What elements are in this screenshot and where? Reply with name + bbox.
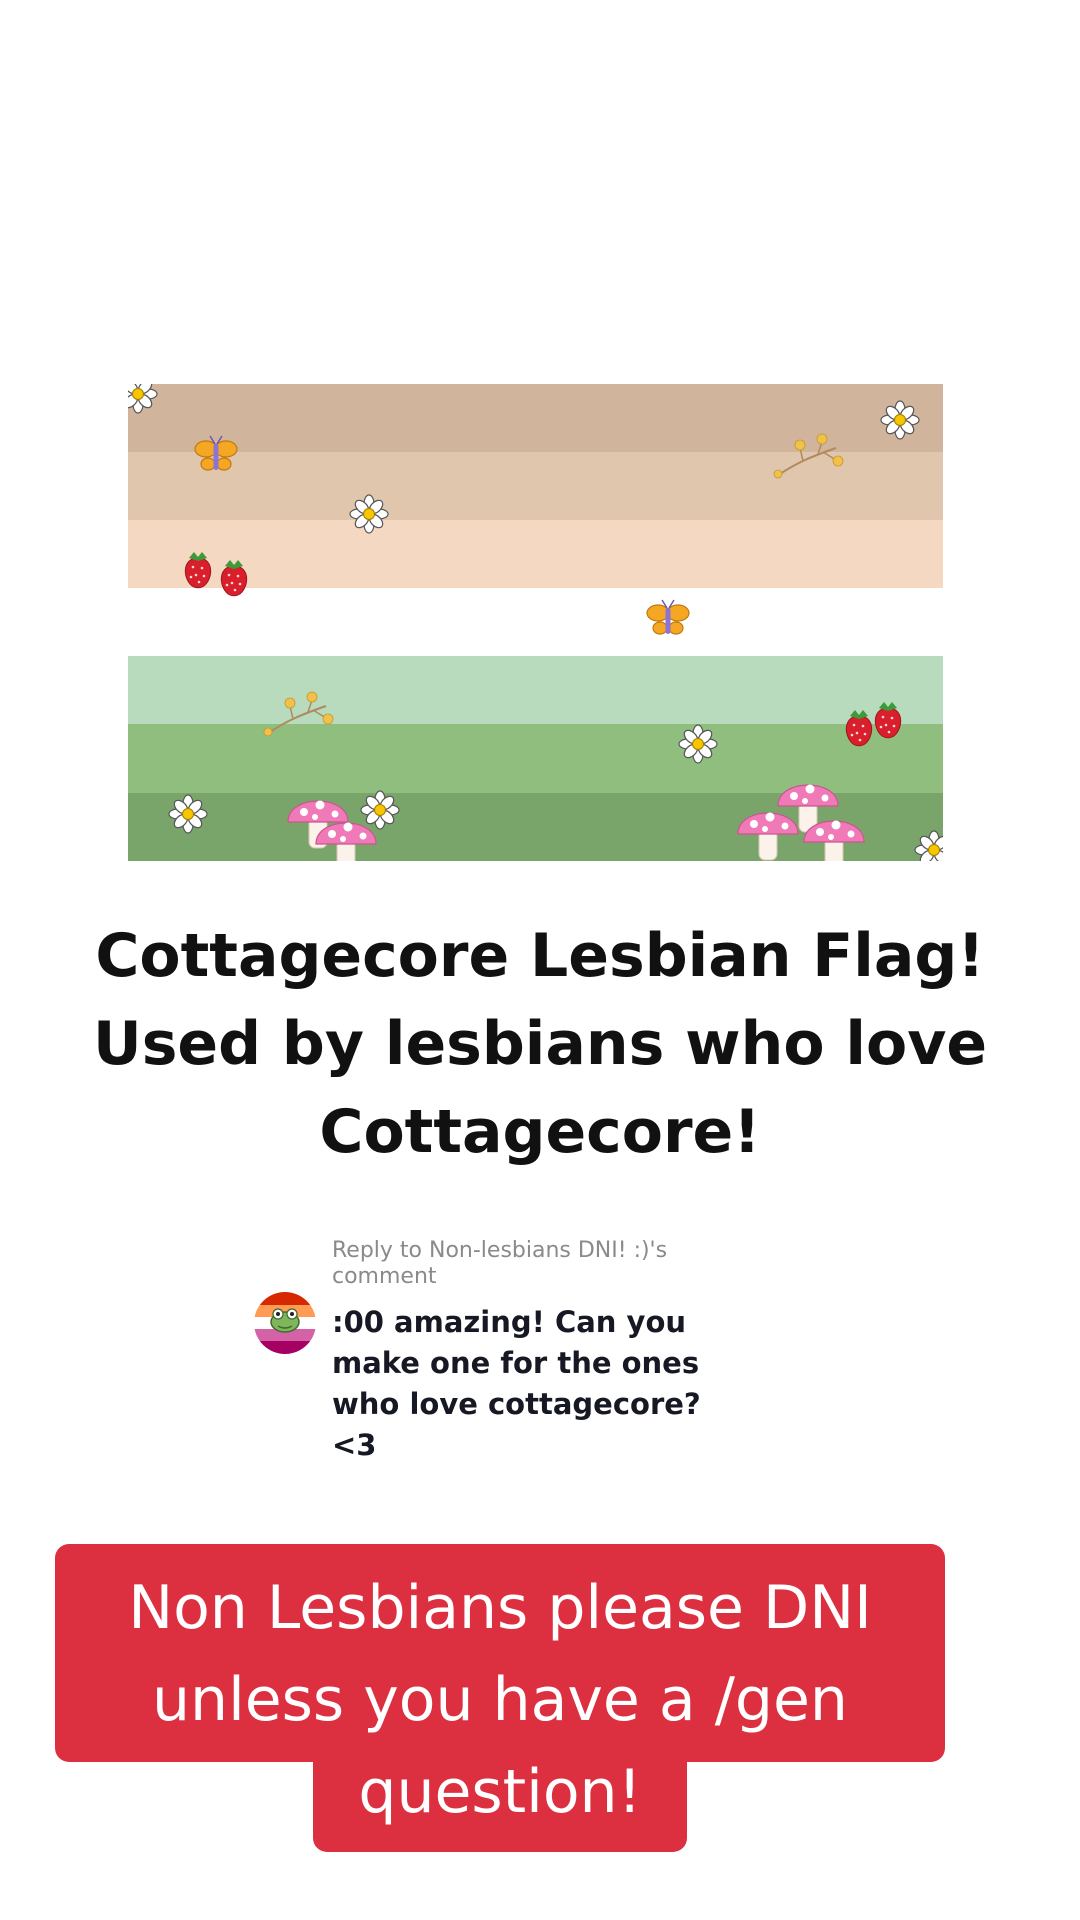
butterfly-icon [194,435,238,471]
mushroom-icon [737,811,799,861]
comment-text: :00 amazing! Can you make one for the on… [332,1302,772,1466]
strawberry-icon [220,559,248,597]
headline-line-3: Cottagecore! [319,1097,761,1167]
daisy-icon [360,790,400,830]
daisy-icon [128,384,158,414]
strawberry-icon [874,701,902,739]
comment-line-3: who love cottagecore? [332,1387,701,1421]
cottagecore-lesbian-flag [128,384,943,861]
daisy-icon [168,794,208,834]
caption-line-1: Non Lesbians please DNI [128,1573,872,1643]
daisy-icon [678,724,718,764]
daisy-icon [880,400,920,440]
headline: Cottagecore Lesbian Flag! Used by lesbia… [40,912,1040,1176]
strawberry-icon [845,709,873,747]
caption-line-3: question! [358,1757,642,1827]
daisy-icon [349,494,389,534]
frog-icon [270,1308,300,1333]
reply-to-line-2: comment [332,1264,437,1289]
headline-line-1: Cottagecore Lesbian Flag! [95,921,985,991]
headline-line-2: Used by lesbians who love [92,1009,988,1079]
video-frame: Cottagecore Lesbian Flag! Used by lesbia… [0,0,1080,1920]
reply-to-label: Reply to Non-lesbians DNI! :)'s comment [332,1238,792,1290]
commenter-avatar[interactable] [254,1292,316,1354]
comment-line-4: <3 [332,1428,377,1462]
flower-sprig-icon [773,433,844,479]
flower-sprig-icon [263,691,334,737]
mushroom-icon [803,819,865,861]
mushroom-icon [315,821,377,861]
strawberry-icon [184,551,212,589]
butterfly-icon [646,599,690,635]
flag-decorations [128,384,943,861]
reply-to-line-1: Reply to Non-lesbians DNI! :)'s [332,1238,668,1263]
comment-line-2: make one for the ones [332,1346,700,1380]
daisy-icon [914,830,943,861]
caption-line-2: unless you have a /gen [152,1665,848,1735]
avatar-image [254,1292,316,1354]
comment-line-1: :00 amazing! Can you [332,1305,687,1339]
